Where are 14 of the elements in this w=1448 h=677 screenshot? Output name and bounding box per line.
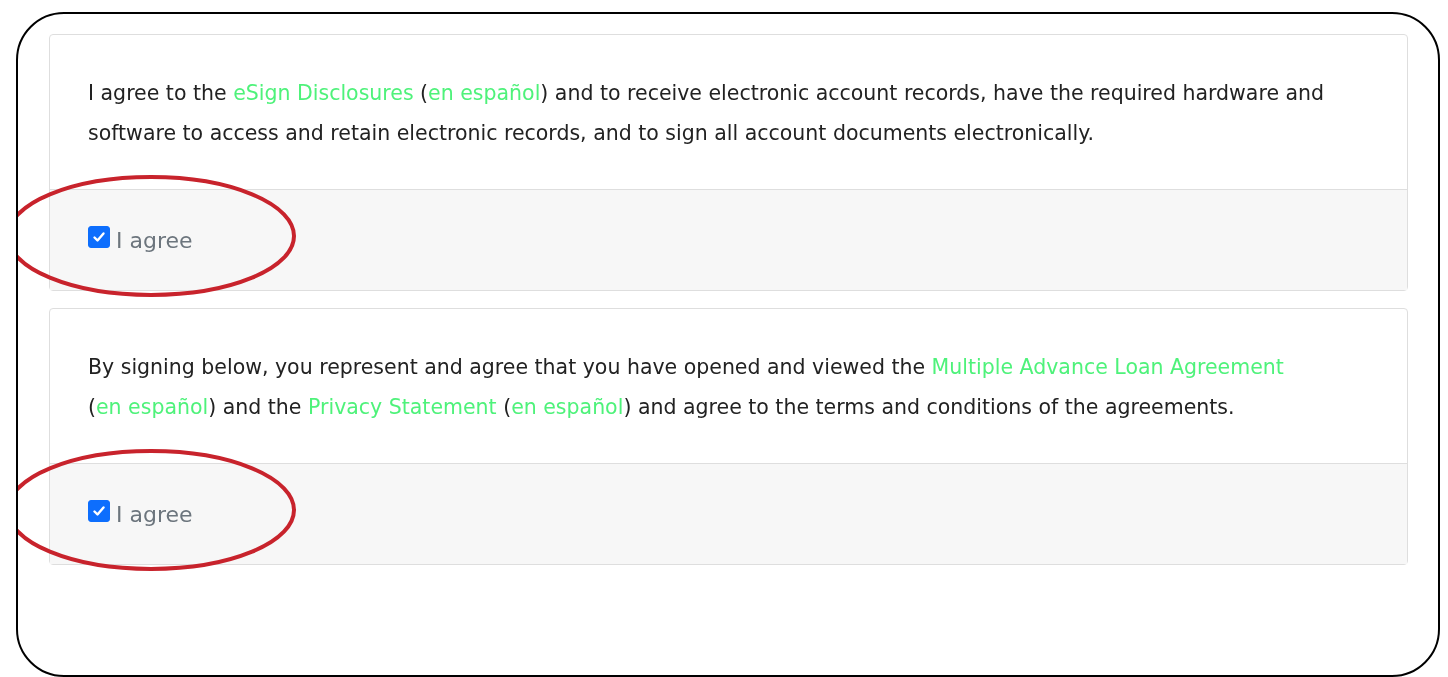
document-link[interactable]: eSign Disclosures xyxy=(233,81,414,105)
agree-checkbox[interactable] xyxy=(88,226,110,248)
checkbox-label: I agree xyxy=(116,501,193,527)
document-link[interactable]: en español xyxy=(96,395,209,419)
document-link[interactable]: en español xyxy=(428,81,541,105)
check-icon xyxy=(91,503,107,519)
document-link[interactable]: en español xyxy=(511,395,624,419)
check-icon xyxy=(91,229,107,245)
checkbox-label: I agree xyxy=(116,227,193,253)
consent-text: I agree to the eSign Disclosures (en español) and to receive electronic account records, have the required hardware and software to access and retain electronic records, and to sign all account documents electronically. xyxy=(87,80,1326,147)
agree-checkbox[interactable] xyxy=(88,500,110,522)
document-link[interactable]: Privacy Statement xyxy=(308,395,497,419)
document-link[interactable]: Multiple Advance Loan Agreement xyxy=(931,355,1284,379)
consent-text: By signing below, you represent and agree that you have opened and viewed the Multiple Advance Loan Agreement (en español) and the Privacy Statement (en español) and agree to the terms and conditions of the agreements. xyxy=(87,354,1285,421)
